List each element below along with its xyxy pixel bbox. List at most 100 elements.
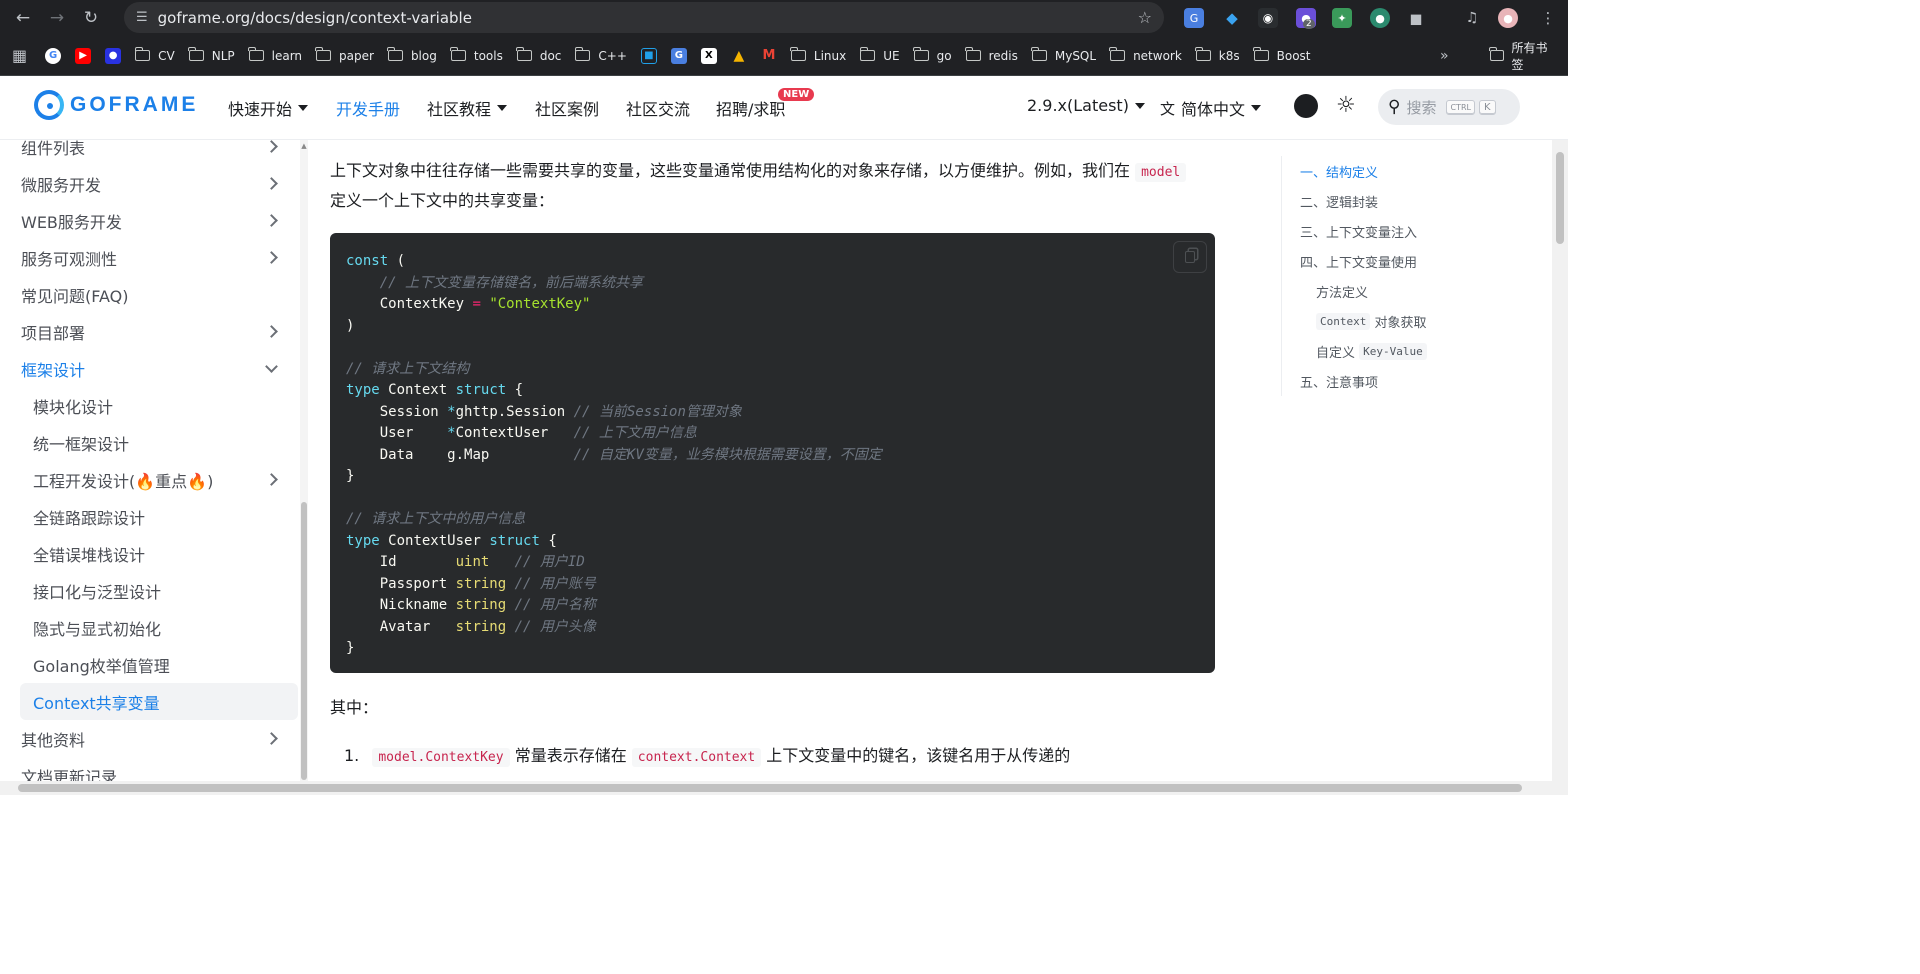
- sidebar-item-engineering[interactable]: 工程开发设计(🔥重点🔥): [0, 461, 300, 498]
- spy-ext-icon[interactable]: ◉: [1258, 8, 1278, 28]
- page-scrollbar-thumb[interactable]: [1556, 152, 1564, 244]
- sidebar-item-faq[interactable]: 常见问题(FAQ): [0, 276, 300, 313]
- code-token: {: [548, 532, 557, 549]
- chevron-down-icon: [1134, 102, 1145, 109]
- bookmark-folder-0[interactable]: CV: [134, 44, 175, 68]
- toc-code: Key-Value: [1359, 342, 1427, 360]
- x-bookmark[interactable]: X: [700, 44, 717, 68]
- menu-icon[interactable]: ⋮: [1538, 8, 1558, 28]
- page-scrollbar[interactable]: [1552, 140, 1568, 785]
- bookmark-folder-7[interactable]: C++: [574, 44, 627, 68]
- sidebar-item-observability[interactable]: 服务可观测性: [0, 239, 300, 276]
- sidebar-item-deploy[interactable]: 项目部署: [0, 313, 300, 350]
- search-button[interactable]: ⚲ 搜索 CTRL K: [1378, 89, 1520, 125]
- bookmark-folder-11[interactable]: redis: [964, 44, 1018, 68]
- sidebar-item-enum[interactable]: Golang枚举值管理: [0, 646, 300, 683]
- scroll-up-icon[interactable]: ▲: [300, 142, 308, 150]
- baidu-bookmark[interactable]: ●: [105, 44, 122, 68]
- language-dropdown[interactable]: 文简体中文: [1160, 96, 1262, 120]
- site-info-icon[interactable]: ☰: [136, 10, 148, 25]
- code-comment: // 上下文变量存储键名，前后端系统共享: [379, 274, 644, 291]
- sidebar-item-web-service[interactable]: WEB服务开发: [0, 202, 300, 239]
- sidebar-item-components[interactable]: 组件列表: [0, 140, 300, 165]
- sidebar-item-modular[interactable]: 模块化设计: [0, 387, 300, 424]
- gem-ext-icon[interactable]: ◆: [1222, 8, 1242, 28]
- toc-item-notes[interactable]: 五、注意事项: [1300, 366, 1481, 396]
- nav-tutorials[interactable]: 社区教程: [427, 96, 508, 120]
- earth-ext-icon[interactable]: ●: [1370, 8, 1390, 28]
- gmail-bookmark[interactable]: M: [761, 44, 777, 68]
- bookmark-folder-8[interactable]: Linux: [790, 44, 846, 68]
- sidebar-item-error-stack[interactable]: 全错误堆栈设计: [0, 535, 300, 572]
- translate-ext-icon[interactable]: G: [1184, 8, 1204, 28]
- toc-item-logic[interactable]: 二、逻辑封装: [1300, 186, 1481, 216]
- profile-avatar[interactable]: ●: [1498, 8, 1518, 28]
- nav-quickstart[interactable]: 快速开始: [228, 96, 309, 120]
- code-type: string: [455, 618, 507, 635]
- github-link[interactable]: [1294, 94, 1318, 118]
- goframe-logo-icon: [34, 90, 64, 120]
- theme-toggle[interactable]: ☼: [1336, 93, 1356, 118]
- toc-item-custom-kv[interactable]: 自定义 Key-Value: [1300, 336, 1481, 366]
- sidebar-item-framework-design[interactable]: 框架设计: [0, 350, 300, 387]
- copy-code-button[interactable]: [1173, 241, 1207, 273]
- sidebar-item-tracing[interactable]: 全链路跟踪设计: [0, 498, 300, 535]
- bookmark-folder-4[interactable]: blog: [387, 44, 437, 68]
- bookmark-folder-6[interactable]: doc: [516, 44, 561, 68]
- bookmark-folder-12[interactable]: MySQL: [1031, 44, 1096, 68]
- palette-ext-icon[interactable]: ✦: [1332, 8, 1352, 28]
- all-bookmarks-folder[interactable]: 所有书签: [1489, 41, 1554, 72]
- apps-icon[interactable]: ▦: [12, 44, 27, 68]
- bookmark-folder-2[interactable]: learn: [248, 44, 302, 68]
- youtube-bookmark[interactable]: ▶: [75, 44, 92, 68]
- sidebar-item-label: 服务可观测性: [21, 249, 118, 269]
- version-dropdown[interactable]: 2.9.x(Latest): [1027, 96, 1145, 115]
- toc-item-usage[interactable]: 四、上下文变量使用: [1300, 246, 1481, 276]
- more-bookmarks-icon[interactable]: »: [1440, 44, 1449, 68]
- toc-item-method[interactable]: 方法定义: [1300, 276, 1481, 306]
- bilibili-bookmark[interactable]: ■: [640, 44, 657, 68]
- sidebar-scrollbar[interactable]: ▲: [300, 140, 308, 785]
- translate-bookmark[interactable]: G: [670, 44, 687, 68]
- horizontal-scrollbar-thumb[interactable]: [18, 784, 1522, 792]
- code-token: *: [447, 425, 456, 441]
- bookmark-folder-9[interactable]: UE: [859, 44, 900, 68]
- bookmark-star-icon[interactable]: ☆: [1138, 8, 1152, 27]
- bookmark-folder-1[interactable]: NLP: [188, 44, 235, 68]
- bookmark-folder-10[interactable]: go: [913, 44, 952, 68]
- toc-item-struct[interactable]: 一、结构定义: [1300, 156, 1481, 186]
- sidebar-item-label: 其他资料: [21, 730, 86, 750]
- sidebar-scrollbar-thumb[interactable]: [301, 502, 307, 780]
- sidebar-item-microservice[interactable]: 微服务开发: [0, 165, 300, 202]
- toc-item-context-get[interactable]: Context 对象获取: [1300, 306, 1481, 336]
- nav-jobs[interactable]: 招聘/求职 NEW: [716, 88, 815, 120]
- bookmark-label: redis: [988, 48, 1018, 63]
- code-token: User: [379, 425, 414, 441]
- nav-community[interactable]: 社区交流: [626, 96, 690, 120]
- bookmark-folder-14[interactable]: k8s: [1195, 44, 1240, 68]
- folder-icon: [450, 47, 466, 61]
- sidebar-item-label: 组件列表: [21, 140, 86, 158]
- nav-cases[interactable]: 社区案例: [535, 96, 599, 120]
- forward-icon[interactable]: →: [40, 1, 74, 35]
- bookmark-folder-15[interactable]: Boost: [1253, 44, 1311, 68]
- sidebar-item-interface-generics[interactable]: 接口化与泛型设计: [0, 572, 300, 609]
- bookmark-folder-3[interactable]: paper: [315, 44, 374, 68]
- back-icon[interactable]: ←: [6, 1, 40, 35]
- extensions-icon[interactable]: ◼: [1406, 8, 1426, 28]
- nav-dev-manual[interactable]: 开发手册: [336, 96, 400, 120]
- sidebar-item-context-variable[interactable]: Context共享变量: [20, 683, 298, 720]
- horizontal-scrollbar[interactable]: [0, 781, 1568, 795]
- goframe-logo[interactable]: GOFRAME: [34, 90, 198, 120]
- sidebar-item-unified[interactable]: 统一框架设计: [0, 424, 300, 461]
- sidebar-item-other[interactable]: 其他资料: [0, 720, 300, 757]
- media-icon[interactable]: ♫: [1462, 8, 1482, 28]
- bookmark-folder-5[interactable]: tools: [450, 44, 503, 68]
- address-bar[interactable]: ☰ goframe.org/docs/design/context-variab…: [124, 2, 1164, 33]
- drive-bookmark[interactable]: ▲: [731, 44, 747, 68]
- toc-item-inject[interactable]: 三、上下文变量注入: [1300, 216, 1481, 246]
- google-bookmark[interactable]: G: [45, 44, 62, 68]
- reload-icon[interactable]: ↻: [74, 1, 108, 35]
- bookmark-folder-13[interactable]: network: [1109, 44, 1182, 68]
- sidebar-item-init[interactable]: 隐式与显式初始化: [0, 609, 300, 646]
